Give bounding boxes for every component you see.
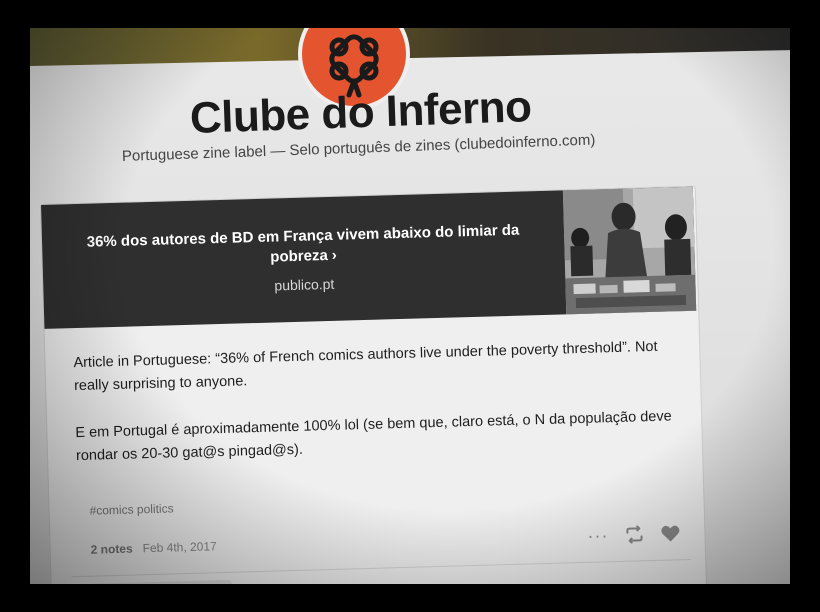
notes-count[interactable]: 2 notes (90, 542, 132, 557)
liker-row (91, 579, 232, 584)
post-actions: ··· (587, 523, 681, 547)
link-thumbnail-image[interactable] (562, 186, 697, 315)
more-icon[interactable]: ··· (587, 525, 609, 547)
post-paragraph: E em Portugal é aproximadamente 100% lol… (75, 408, 672, 465)
heart-icon[interactable] (660, 524, 680, 543)
divider (71, 558, 692, 578)
link-title-text[interactable]: 36% dos autores de BD em França vivem ab… (87, 222, 520, 266)
post-date[interactable]: Feb 4th, 2017 (142, 539, 216, 555)
header-banner-image (30, 28, 790, 67)
chevron-right-icon: › (331, 246, 338, 264)
link-source: publico.pt (274, 275, 335, 294)
post-paragraph: Article in Portuguese: “36% of French co… (73, 338, 658, 395)
post-body: Article in Portuguese: “36% of French co… (73, 335, 677, 492)
link-preview[interactable]: 36% dos autores de BD em França vivem ab… (41, 186, 697, 329)
link-title[interactable]: 36% dos autores de BD em França vivem ab… (82, 221, 525, 273)
reblog-icon[interactable] (624, 525, 644, 544)
link-preview-text[interactable]: 36% dos autores de BD em França vivem ab… (41, 190, 566, 329)
post-footer: 2 notes Feb 4th, 2017 ··· (90, 521, 680, 561)
post-tag[interactable]: #comics politics (89, 501, 173, 517)
post-card: 36% dos autores de BD em França vivem ab… (40, 185, 708, 584)
browser-viewport: Clube do Inferno Portuguese zine label —… (30, 28, 790, 584)
